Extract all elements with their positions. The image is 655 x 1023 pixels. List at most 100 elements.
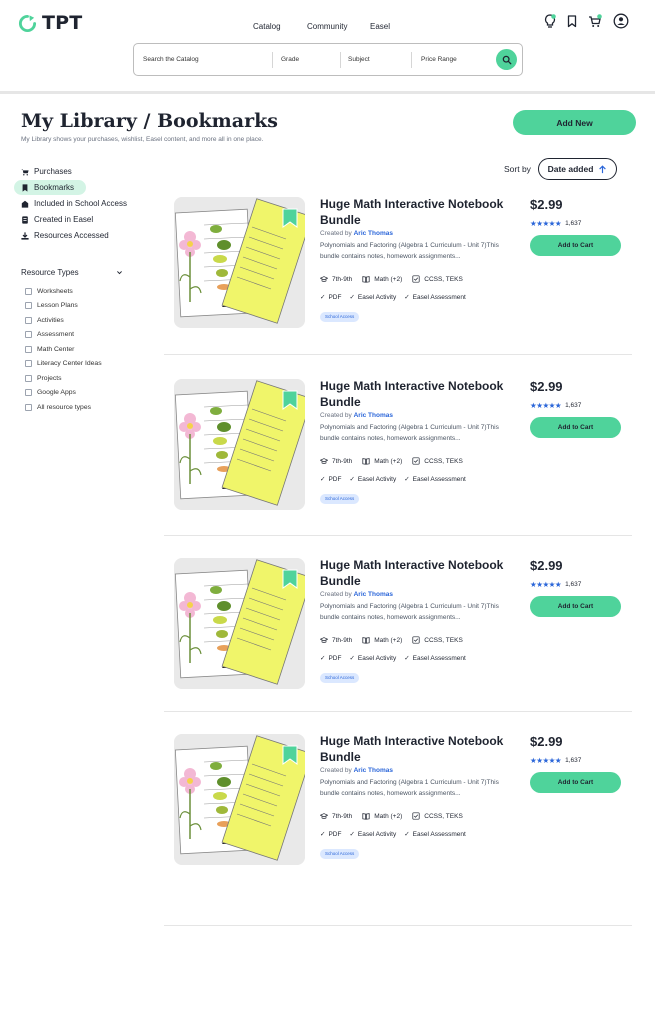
filter-projects[interactable]: Projects [25,375,62,382]
filter-label: All resource types [37,404,92,411]
feature-label: Easel Assessment [412,654,466,662]
review-count: 1,637 [565,402,582,409]
cart-icon [21,168,29,176]
sort-label: Sort by [504,164,531,174]
card-divider [164,354,632,355]
checkbox[interactable] [25,302,32,309]
author-link[interactable]: Aric Thomas [354,591,393,598]
grade-level: 7th-9th [320,636,352,644]
product-rating: ★★★★★ 1,637 [530,401,581,410]
product-title[interactable]: Huge Math Interactive Notebook Bundle [320,379,510,410]
subject: Math (+2) [362,457,402,465]
feature-item: ✓ Easel Assessment [404,830,466,839]
checkbox[interactable] [25,331,32,338]
search-button[interactable] [496,49,517,70]
add-to-cart-button[interactable]: Add to Cart [530,417,621,438]
filter-label: Lesson Plans [37,302,78,309]
check-square-icon [412,275,420,283]
filter-activities[interactable]: Activities [25,317,64,324]
tpt-logo[interactable]: TPT [18,12,82,34]
author-link[interactable]: Aric Thomas [354,412,393,419]
add-to-cart-button[interactable]: Add to Cart [530,772,621,793]
subject: Math (+2) [362,636,402,644]
school-access-badge: School Access [320,494,360,504]
filter-all-resource-types[interactable]: All resource types [25,404,91,411]
grade-filter[interactable]: Grade [281,44,299,75]
resource-types-toggle[interactable]: Resource Types [21,268,123,277]
sidebar-item-resources-accessed[interactable]: Resources Accessed [14,228,116,243]
product-thumbnail[interactable] [174,379,305,510]
filter-lesson-plans[interactable]: Lesson Plans [25,302,78,309]
checkbox[interactable] [25,360,32,367]
check-icon: ✓ [320,655,326,662]
sidebar-item-label: Created in Easel [34,215,94,224]
card-divider [164,925,632,926]
check-icon: ✓ [404,831,410,838]
checkbox[interactable] [25,375,32,382]
product-title[interactable]: Huge Math Interactive Notebook Bundle [320,558,510,589]
checkbox[interactable] [25,288,32,295]
check-icon: ✓ [320,831,326,838]
product-meta: 7th-9th Math (+2) CCSS, TEKS [320,457,463,465]
filter-assessment[interactable]: Assessment [25,331,74,338]
sidebar-item-created-in-easel[interactable]: Created in Easel [14,212,100,227]
product-thumbnail[interactable] [174,558,305,689]
subject-filter[interactable]: Subject [348,44,370,75]
review-count: 1,637 [565,220,582,227]
nav-catalog[interactable]: Catalog [253,22,281,31]
nav-community[interactable]: Community [307,22,347,31]
filter-literacy-center-ideas[interactable]: Literacy Center Ideas [25,360,102,367]
graduation-cap-icon [320,637,328,643]
checkbox[interactable] [25,404,32,411]
filter-worksheets[interactable]: Worksheets [25,288,73,295]
add-to-cart-button[interactable]: Add to Cart [530,596,621,617]
product-title[interactable]: Huge Math Interactive Notebook Bundle [320,197,510,228]
check-icon: ✓ [320,294,326,301]
sidebar-item-bookmarks[interactable]: Bookmarks [14,180,86,195]
star-rating-icons: ★★★★★ [530,756,562,765]
standards-text: CCSS, TEKS [424,812,463,820]
product-description: Polynomials and Factoring (Algebra 1 Cur… [320,603,499,621]
nav-easel[interactable]: Easel [370,22,390,31]
subject-text: Math (+2) [374,275,403,283]
product-thumbnail[interactable] [174,734,305,865]
author-link[interactable]: Aric Thomas [354,767,393,774]
product-description: Polynomials and Factoring (Algebra 1 Cur… [320,779,499,797]
card-divider [164,711,632,712]
lightbulb-icon[interactable] [542,13,558,29]
product-thumbnail[interactable] [174,197,305,328]
resource-types-title: Resource Types [21,268,79,277]
search-input[interactable]: Search the Catalog [143,44,199,75]
price-range-filter[interactable]: Price Range [421,44,457,75]
product-image [174,379,305,510]
sidebar-item-purchases[interactable]: Purchases [14,164,79,179]
bookmark-icon[interactable] [564,13,580,29]
grade-text: 7th-9th [332,812,353,820]
feature-item: ✓ PDF [320,475,341,484]
product-author-line: Created by Aric Thomas [320,412,393,419]
product-price: $2.99 [530,379,563,394]
feature-label: Easel Activity [357,654,397,662]
sidebar-item-school-access[interactable]: Included in School Access [14,196,134,211]
author-link[interactable]: Aric Thomas [354,230,393,237]
subject-text: Math (+2) [374,636,403,644]
cart-icon[interactable] [587,13,603,29]
checkbox[interactable] [25,317,32,324]
subject-text: Math (+2) [374,812,403,820]
site-header: TPT Catalog Community Easel Search the C… [0,0,655,92]
product-rating: ★★★★★ 1,637 [530,580,581,589]
filter-math-center[interactable]: Math Center [25,346,74,353]
user-icon[interactable] [613,13,629,29]
feature-item: ✓ Easel Activity [349,293,396,302]
filter-google-apps[interactable]: Google Apps [25,389,76,396]
grade-text: 7th-9th [332,457,353,465]
sort-button[interactable]: Date added [538,158,617,180]
checkbox[interactable] [25,346,32,353]
product-title[interactable]: Huge Math Interactive Notebook Bundle [320,734,510,765]
add-new-button[interactable]: Add New [513,110,636,135]
feature-item: ✓ Easel Activity [349,654,397,663]
checkbox[interactable] [25,389,32,396]
add-to-cart-button[interactable]: Add to Cart [530,235,621,256]
feature-item: ✓ Easel Assessment [404,475,466,484]
product-card: Huge Math Interactive Notebook Bundle Cr… [164,379,632,559]
